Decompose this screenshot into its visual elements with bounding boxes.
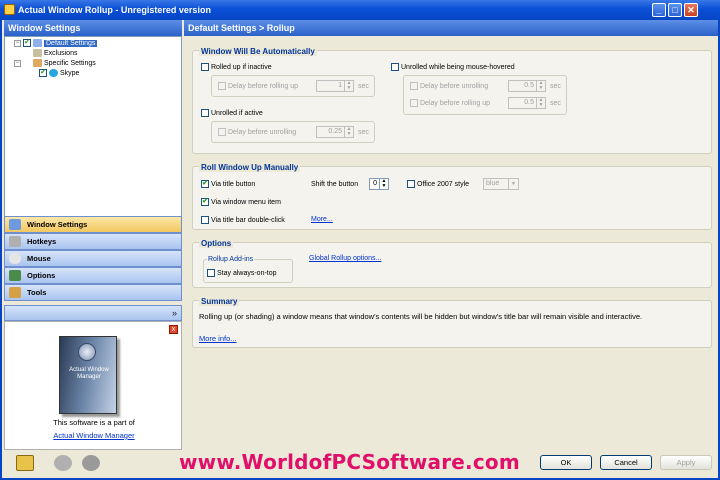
group-title-summary: Summary: [199, 297, 240, 306]
settings-tree: − ✔ Default Settings Exclusions − Specifi…: [4, 36, 182, 230]
more-link[interactable]: More...: [311, 216, 333, 223]
specific-settings-icon: [33, 59, 42, 68]
rollup-addins-label: Rollup Add-ins: [207, 255, 255, 264]
keyboard-icon: [9, 236, 21, 247]
checkbox-rolled-up-inactive[interactable]: Rolled up if inactive: [201, 63, 272, 72]
subgroup-rollup-addins: Rollup Add-ins Stay always-on-top: [203, 255, 293, 283]
checkbox-hover-delay-rolling-up[interactable]: Delay before rolling up: [410, 99, 490, 108]
redo-icon[interactable]: [82, 455, 100, 471]
checkbox-via-double-click[interactable]: Via title bar double-click: [201, 216, 285, 225]
nav-more-button[interactable]: »: [4, 305, 182, 321]
tree-item-specific-settings[interactable]: Specific Settings: [33, 59, 96, 69]
left-panel-header: Window Settings: [4, 20, 182, 36]
shift-button-spinner[interactable]: 0 ▲ ▼: [369, 178, 389, 190]
left-panel: Window Settings − ✔ Default Settings Excl…: [4, 20, 182, 450]
tree-item-skype[interactable]: ✔ Skype: [39, 69, 79, 79]
help-icon[interactable]: [16, 455, 34, 471]
subgroup-hover-delays: Delay before unrolling 0.5 ▲ ▼ sec Delay b…: [403, 75, 567, 115]
app-icon: [4, 4, 15, 15]
product-box-image[interactable]: Actual Window Manager: [59, 336, 117, 414]
promo-close-button[interactable]: x: [169, 325, 178, 334]
window-icon: [9, 219, 21, 230]
window-icon: [33, 39, 42, 48]
checkbox-via-menu-item[interactable]: ✔ Via window menu item: [201, 198, 281, 207]
sec-label: sec: [550, 100, 561, 107]
group-automatic: Window Will Be Automatically Rolled up i…: [192, 47, 712, 154]
nav-window-settings[interactable]: Window Settings: [4, 216, 182, 233]
product-logo-icon: [78, 343, 96, 361]
watermark-text: www.WorldofPCSoftware.com: [179, 450, 520, 474]
right-panel: Default Settings > Rollup Window Will Be…: [184, 20, 718, 450]
window-title: Actual Window Rollup - Unregistered vers…: [18, 5, 211, 15]
more-info-link[interactable]: More info...: [199, 334, 237, 343]
tree-expander-specific[interactable]: −: [14, 60, 21, 67]
exclusions-icon: [33, 49, 42, 58]
checkbox-delay-rolling-up[interactable]: Delay before rolling up: [218, 82, 298, 91]
options-icon: [9, 270, 21, 281]
mouse-icon: [9, 253, 21, 264]
nav-tools[interactable]: Tools: [4, 284, 182, 301]
window-frame: Window Settings − ✔ Default Settings Excl…: [0, 20, 720, 480]
ok-button[interactable]: OK: [540, 455, 592, 470]
checkbox-via-title-button[interactable]: ✔ Via title button: [201, 180, 255, 189]
group-summary: Summary Rolling up (or shading) a window…: [192, 297, 712, 348]
promo-panel: x Actual Window Manager This software is…: [4, 321, 182, 450]
group-title-manual: Roll Window Up Manually: [199, 163, 301, 172]
product-box-text: Actual Window Manager: [69, 367, 109, 380]
checkbox-unrolled-active[interactable]: Unrolled if active: [201, 109, 263, 118]
undo-icon[interactable]: [54, 455, 72, 471]
tree-item-default-settings[interactable]: ✔ Default Settings: [23, 39, 98, 49]
cancel-button[interactable]: Cancel: [600, 455, 652, 470]
group-title-options: Options: [199, 239, 234, 248]
delay-unrolling-spinner[interactable]: 0.25 ▲ ▼: [316, 126, 354, 138]
chevron-double-down-icon: »: [171, 308, 177, 318]
group-options: Options Rollup Add-ins Stay always-on-to…: [192, 239, 712, 288]
group-manual: Roll Window Up Manually ✔ Via title butto…: [192, 163, 712, 230]
promo-link[interactable]: Actual Window Manager: [5, 431, 183, 440]
checkbox-unrolled-hovered[interactable]: Unrolled while being mouse-hovered: [391, 63, 515, 72]
delay-rolling-up-spinner[interactable]: 1 ▲ ▼: [316, 80, 354, 92]
tree-checkbox[interactable]: ✔: [23, 39, 31, 48]
tree-item-exclusions[interactable]: Exclusions: [33, 49, 77, 59]
chevron-down-icon: ▼: [508, 179, 518, 189]
close-button[interactable]: ✕: [684, 3, 698, 17]
subgroup-rollup-delay: Delay before rolling up 1 ▲ ▼ sec: [211, 75, 375, 97]
sec-label: sec: [358, 129, 369, 136]
tree-checkbox[interactable]: ✔: [39, 69, 47, 78]
minimize-button[interactable]: _: [652, 3, 666, 17]
style-dropdown[interactable]: blue ▼: [483, 178, 519, 190]
hover-delay-rolling-up-spinner[interactable]: 0.5 ▲ ▼: [508, 97, 546, 109]
shift-button-label: Shift the button: [311, 181, 359, 188]
nav-hotkeys[interactable]: Hotkeys: [4, 233, 182, 250]
sec-label: sec: [358, 83, 369, 90]
apply-button[interactable]: Apply: [660, 455, 712, 470]
skype-icon: [49, 69, 58, 78]
checkbox-hover-delay-unrolling[interactable]: Delay before unrolling: [410, 82, 488, 91]
group-title-automatic: Window Will Be Automatically: [199, 47, 317, 56]
hover-delay-unrolling-spinner[interactable]: 0.5 ▲ ▼: [508, 80, 546, 92]
sec-label: sec: [550, 83, 561, 90]
window-titlebar[interactable]: Actual Window Rollup - Unregistered vers…: [0, 0, 720, 20]
page-title: Default Settings > Rollup: [184, 20, 718, 36]
tree-expander-default[interactable]: −: [14, 40, 21, 47]
nav-options[interactable]: Options: [4, 267, 182, 284]
checkbox-delay-unrolling[interactable]: Delay before unrolling: [218, 128, 296, 137]
maximize-button[interactable]: □: [668, 3, 682, 17]
checkbox-office-2007-style[interactable]: Office 2007 style: [407, 180, 469, 189]
subgroup-unroll-delay: Delay before unrolling 0.25 ▲ ▼ sec: [211, 121, 375, 143]
global-rollup-options-link[interactable]: Global Rollup options...: [309, 255, 381, 262]
summary-text: Rolling up (or shading) a window means t…: [199, 312, 643, 321]
promo-text: This software is a part of: [53, 418, 135, 427]
nav-mouse[interactable]: Mouse: [4, 250, 182, 267]
checkbox-stay-on-top[interactable]: Stay always-on-top: [207, 269, 277, 278]
tools-icon: [9, 287, 21, 298]
bottom-bar: www.WorldofPCSoftware.com OK Cancel Appl…: [4, 450, 718, 478]
